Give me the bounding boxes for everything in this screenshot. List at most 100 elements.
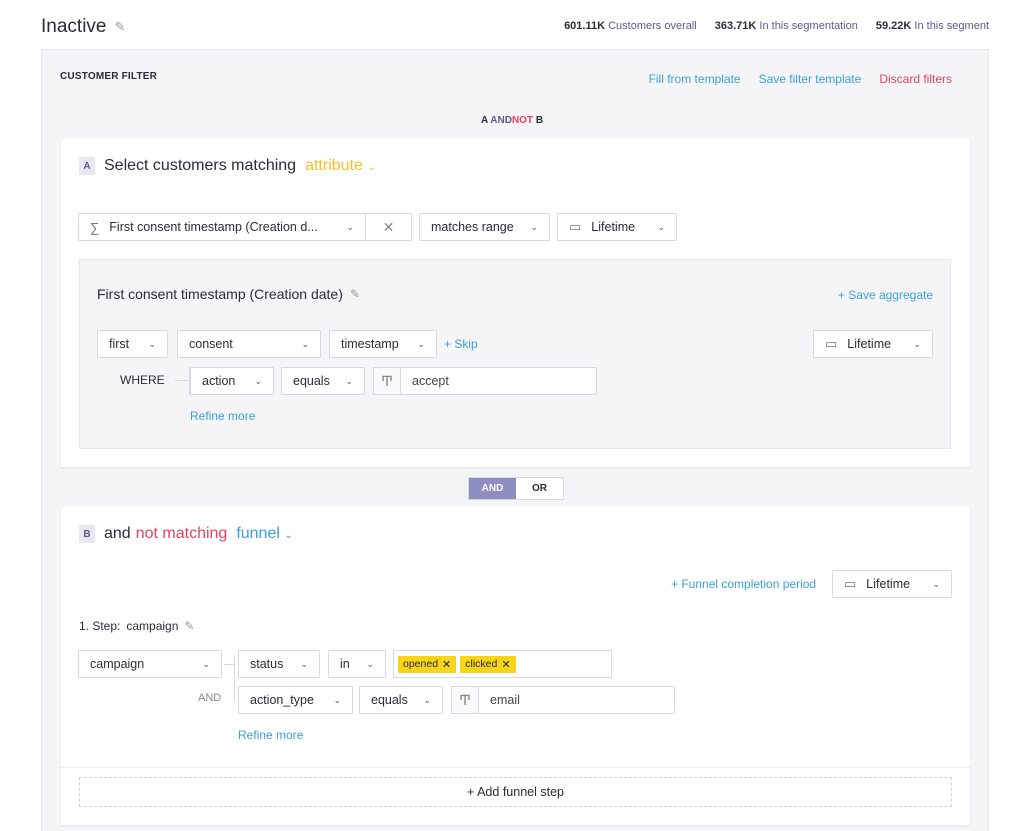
chevron-down-icon: ⌄ <box>148 338 156 349</box>
aggregate-event-select[interactable]: consent ⌄ <box>177 330 321 358</box>
funnel-cond2-property-value: action_type <box>250 693 314 707</box>
chevron-down-icon: ⌄ <box>913 338 921 349</box>
chevron-down-icon: ⌄ <box>932 578 940 589</box>
funnel-cond2-property-select[interactable]: action_type ⌄ <box>238 686 353 714</box>
aggregate-property-select[interactable]: timestamp ⌄ <box>329 330 437 358</box>
funnel-cond2-value-input[interactable]: email <box>478 686 675 714</box>
operator-select-value: matches range <box>431 220 514 234</box>
condition-property-select[interactable]: action ⌄ <box>190 367 274 395</box>
stat-customers-overall: 601.11K Customers overall <box>564 20 697 32</box>
or-toggle-button[interactable]: OR <box>516 478 563 499</box>
funnel-cond2-value-text: email <box>490 693 520 707</box>
sigma-icon: ∑ <box>90 219 100 235</box>
funnel-cond2-operator-select[interactable]: equals ⌄ <box>359 686 443 714</box>
aggregate-function-value: first <box>109 337 130 351</box>
condition-value-input[interactable]: accept <box>400 367 597 395</box>
tag-opened: opened ✕ <box>398 655 457 673</box>
fill-from-template-link[interactable]: Fill from template <box>649 72 741 86</box>
funnel-step-label: 1. Step: campaign ✎ <box>79 619 194 633</box>
text-type-icon: Ͳ <box>380 372 394 389</box>
chevron-down-icon: ⌄ <box>366 658 374 669</box>
tag-label: clicked <box>465 658 498 670</box>
section-b-letter: B <box>79 525 95 543</box>
calendar-icon: ▭ <box>844 576 857 591</box>
edit-pencil-icon[interactable]: ✎ <box>114 19 125 35</box>
operator-select[interactable]: matches range ⌄ <box>419 213 550 241</box>
section-b-type-label: funnel <box>236 525 280 542</box>
aggregate-event-value: consent <box>189 337 233 351</box>
aggregate-function-select[interactable]: first ⌄ <box>97 330 168 358</box>
stat-label: In this segment <box>914 20 989 32</box>
text-type-toggle[interactable]: Ͳ <box>451 686 479 714</box>
aggregate-property-value: timestamp <box>341 337 399 351</box>
period-select-value: Lifetime <box>591 220 636 234</box>
aggregate-title: First consent timestamp (Creation date) … <box>97 286 360 302</box>
funnel-cond1-property-value: status <box>250 657 284 671</box>
chevron-down-icon: ⌄ <box>254 375 262 386</box>
segment-title: Inactive ✎ <box>41 16 125 38</box>
section-b-heading: B and not matching funnel ⌄ <box>79 525 293 543</box>
chevron-down-icon: ⌄ <box>301 338 309 349</box>
section-a-heading-text: Select customers matching <box>104 157 297 174</box>
section-a-type-select[interactable]: attribute ⌄ <box>305 157 376 175</box>
formula-not: NOT <box>511 115 534 126</box>
attribute-select[interactable]: ∑ First consent timestamp (Creation d...… <box>78 213 366 241</box>
step-number: 1. Step: <box>79 619 121 633</box>
funnel-cond1-operator-select[interactable]: in ⌄ <box>328 650 386 678</box>
refine-more-link[interactable]: Refine more <box>190 409 255 423</box>
condition-operator-value: equals <box>293 374 330 388</box>
segment-stats: 601.11K Customers overall 363.71K In thi… <box>564 20 989 32</box>
close-icon: ✕ <box>382 218 395 235</box>
section-b-type-select[interactable]: funnel ⌄ <box>236 525 292 543</box>
chevron-down-icon: ⌄ <box>333 694 341 705</box>
funnel-cond1-property-select[interactable]: status ⌄ <box>238 650 320 678</box>
stat-label: In this segmentation <box>759 20 858 32</box>
aggregate-period-select[interactable]: ▭ Lifetime ⌄ <box>813 330 933 358</box>
funnel-period-value: Lifetime <box>866 577 911 591</box>
edit-pencil-icon[interactable]: ✎ <box>184 619 194 633</box>
funnel-cond1-tags-input[interactable]: opened ✕ clicked ✕ <box>393 650 612 678</box>
funnel-cond1-operator-value: in <box>340 657 350 671</box>
stat-label: Customers overall <box>608 20 697 32</box>
section-a-letter: A <box>79 157 95 175</box>
chevron-down-icon: ⌄ <box>345 375 353 386</box>
aggregate-title-text: First consent timestamp (Creation date) <box>97 286 343 302</box>
condition-property-value: action <box>202 374 236 388</box>
save-aggregate-link[interactable]: + Save aggregate <box>838 288 933 302</box>
funnel-refine-more-link[interactable]: Refine more <box>238 728 303 742</box>
tree-connector <box>224 664 234 665</box>
period-select[interactable]: ▭ Lifetime ⌄ <box>557 213 677 241</box>
skip-link[interactable]: + Skip <box>444 337 478 351</box>
stat-value: 59.22K <box>875 20 912 32</box>
text-type-toggle[interactable]: Ͳ <box>373 367 401 395</box>
and-toggle-button[interactable]: AND <box>469 478 516 499</box>
edit-pencil-icon[interactable]: ✎ <box>350 287 360 301</box>
and-or-toggle: AND OR <box>468 477 564 500</box>
funnel-completion-period-link[interactable]: + Funnel completion period <box>671 577 816 591</box>
add-funnel-step-button[interactable]: + Add funnel step <box>79 777 952 807</box>
condition-operator-select[interactable]: equals ⌄ <box>281 367 365 395</box>
funnel-cond2-operator-value: equals <box>371 693 408 707</box>
segment-title-text: Inactive <box>41 16 107 37</box>
chevron-down-icon: ⌄ <box>346 221 354 232</box>
save-filter-template-link[interactable]: Save filter template <box>759 72 862 86</box>
clear-attribute-button[interactable]: ✕ <box>365 213 412 241</box>
where-label: WHERE <box>120 373 165 387</box>
funnel-period-select[interactable]: ▭ Lifetime ⌄ <box>832 570 952 598</box>
calendar-icon: ▭ <box>825 336 838 351</box>
stat-value: 601.11K <box>564 20 606 32</box>
chevron-down-icon: ⌄ <box>284 530 293 541</box>
close-icon[interactable]: ✕ <box>442 658 451 671</box>
tree-connector <box>234 656 235 700</box>
section-a-type-label: attribute <box>305 157 363 174</box>
funnel-event-select[interactable]: campaign ⌄ <box>78 650 222 678</box>
section-a-heading: A Select customers matching attribute ⌄ <box>79 157 376 175</box>
attribute-select-value: First consent timestamp (Creation d... <box>109 220 318 234</box>
tag-clicked: clicked ✕ <box>460 655 516 673</box>
and-label: AND <box>198 692 222 704</box>
discard-filters-link[interactable]: Discard filters <box>879 72 952 86</box>
chevron-down-icon: ⌄ <box>202 658 210 669</box>
close-icon[interactable]: ✕ <box>501 658 510 671</box>
step-name: campaign <box>126 619 179 633</box>
customer-filter-title: CUSTOMER FILTER <box>60 71 158 82</box>
